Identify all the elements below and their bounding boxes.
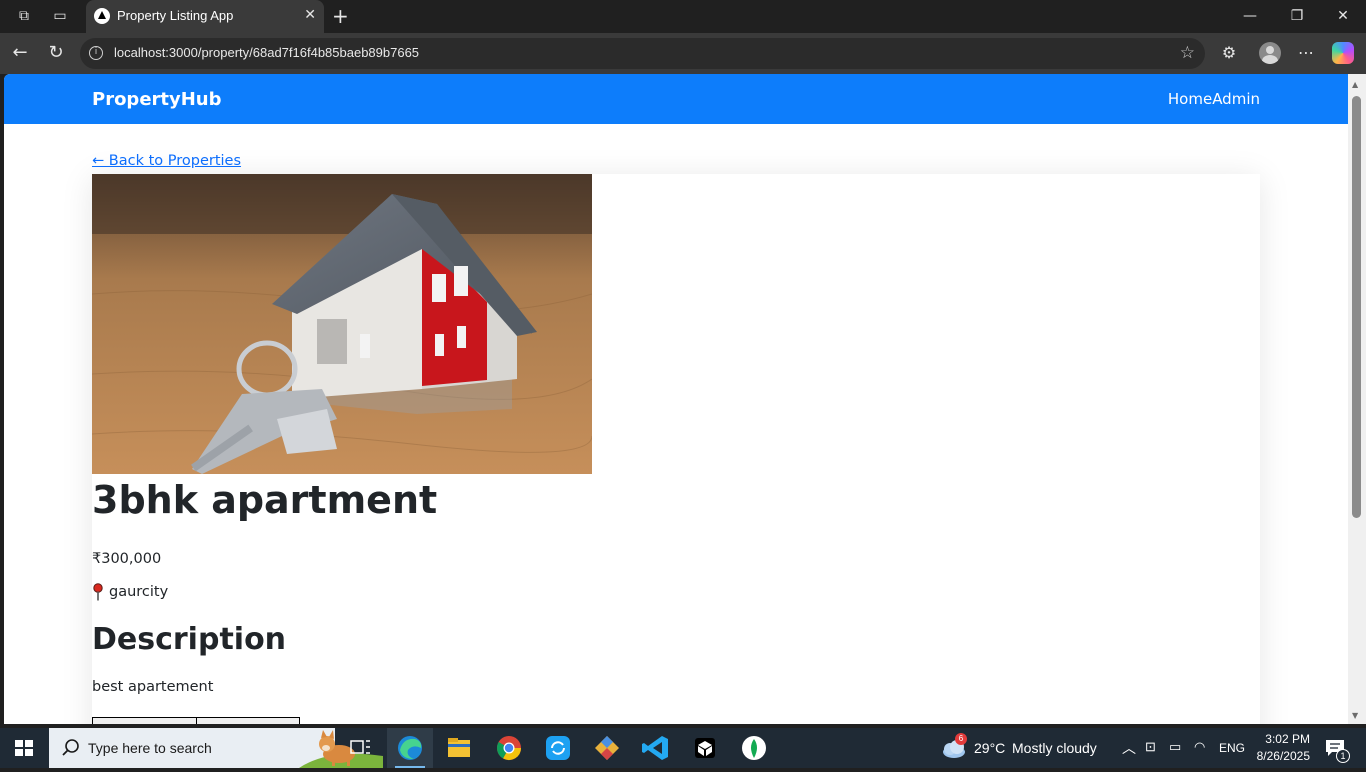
weather-widget[interactable]: 6 29°C Mostly cloudy	[940, 728, 1100, 768]
weather-badge: 6	[955, 733, 967, 745]
notifications-button[interactable]: 1	[1322, 728, 1352, 768]
url-text[interactable]: localhost:3000/property/68ad7f16f4b85bae…	[114, 45, 419, 60]
page-scrollbar[interactable]: ▲ ▼	[1348, 74, 1366, 724]
restore-button[interactable]: ❐	[1282, 4, 1312, 28]
tab-title: Property Listing App	[117, 8, 234, 23]
nav-admin-link[interactable]: Admin	[1212, 90, 1260, 108]
property-card: 3bhk apartment ₹300,000 gaurcity Descrip…	[92, 174, 1260, 724]
vscode-icon[interactable]	[633, 728, 679, 768]
description-text: best apartement	[92, 679, 214, 695]
edge-taskbar-icon[interactable]	[387, 728, 433, 768]
task-view-icon[interactable]	[337, 728, 383, 768]
site-info-icon[interactable]: i	[89, 46, 103, 60]
nav-home-link[interactable]: Home	[1168, 90, 1212, 108]
browser-toolbar: ← ↻ i localhost:3000/property/68ad7f16f4…	[0, 33, 1366, 74]
scroll-down-icon[interactable]: ▼	[1352, 711, 1358, 720]
cube-app-icon[interactable]	[682, 728, 728, 768]
minimize-button[interactable]: —	[1235, 4, 1265, 28]
web-viewport: PropertyHub Home Admin 3bhk apartment ₹3…	[4, 74, 1348, 724]
chrome-icon[interactable]	[486, 728, 532, 768]
site-brand[interactable]: PropertyHub	[92, 89, 222, 110]
meet-now-icon[interactable]: ⊡	[1145, 739, 1156, 755]
close-window-button[interactable]: ✕	[1328, 4, 1358, 28]
location-pin-icon	[93, 583, 103, 601]
action-button-1[interactable]	[92, 717, 197, 724]
property-title: 3bhk apartment	[92, 478, 438, 522]
clock-time: 3:02 PM	[1265, 732, 1310, 746]
tab-property-listing[interactable]: Property Listing App ✕	[86, 0, 324, 33]
search-placeholder: Type here to search	[88, 740, 212, 756]
app-favicon-icon	[94, 8, 110, 24]
sync-app-icon[interactable]	[535, 728, 581, 768]
back-to-properties-link[interactable]: ← Back to Properties	[92, 153, 241, 169]
mongodb-icon[interactable]	[731, 728, 777, 768]
property-image	[92, 174, 592, 474]
workspaces-icon[interactable]: ⧉	[14, 6, 34, 26]
site-navbar: PropertyHub Home Admin	[4, 74, 1348, 124]
extensions-icon[interactable]: ⚙	[1218, 42, 1240, 64]
git-app-icon[interactable]	[584, 728, 630, 768]
location-text: gaurcity	[109, 584, 169, 600]
new-tab-button[interactable]: +	[332, 4, 349, 28]
windows-taskbar: Type here to search 6 29°C Mostly cloudy…	[0, 728, 1366, 768]
clock[interactable]: 3:02 PM 8/26/2025	[1254, 728, 1310, 768]
nav-links: Home Admin	[1168, 90, 1260, 108]
address-bar[interactable]: i localhost:3000/property/68ad7f16f4b85b…	[80, 38, 1205, 69]
description-heading: Description	[92, 622, 287, 657]
file-explorer-icon[interactable]	[436, 728, 482, 768]
weather-temperature: 29°C	[974, 740, 1006, 756]
back-button[interactable]: ←	[8, 41, 32, 65]
refresh-button[interactable]: ↻	[44, 41, 68, 65]
notification-count: 1	[1336, 749, 1350, 763]
language-indicator[interactable]: ENG	[1219, 728, 1249, 768]
battery-icon[interactable]: ▭	[1169, 739, 1181, 755]
scroll-up-icon[interactable]: ▲	[1352, 80, 1358, 89]
taskbar-search-box[interactable]: Type here to search	[49, 728, 383, 768]
copilot-icon[interactable]	[1332, 42, 1354, 64]
property-price: ₹300,000	[92, 551, 162, 567]
more-menu-icon[interactable]: ⋯	[1295, 42, 1317, 64]
tab-bar: ⧉ ▭ Property Listing App ✕ + — ❐ ✕	[0, 0, 1366, 33]
search-icon	[62, 739, 79, 756]
weather-description: Mostly cloudy	[1012, 740, 1097, 756]
scroll-thumb[interactable]	[1352, 96, 1361, 518]
clock-date: 8/26/2025	[1256, 749, 1310, 763]
property-location: gaurcity	[92, 583, 168, 601]
language-text: ENG	[1219, 741, 1246, 755]
windows-start-icon[interactable]	[15, 740, 33, 756]
action-button-2[interactable]	[196, 717, 300, 724]
close-tab-icon[interactable]: ✕	[304, 7, 316, 23]
chevron-up-icon[interactable]: ︿	[1122, 738, 1136, 758]
vertical-tabs-icon[interactable]: ▭	[50, 6, 70, 26]
wifi-icon[interactable]: ◠	[1194, 739, 1205, 755]
profile-avatar[interactable]	[1259, 42, 1281, 64]
system-tray-icons: ︿ ⊡ ▭ ◠	[1120, 728, 1220, 768]
favorite-star-icon[interactable]: ☆	[1180, 43, 1195, 63]
